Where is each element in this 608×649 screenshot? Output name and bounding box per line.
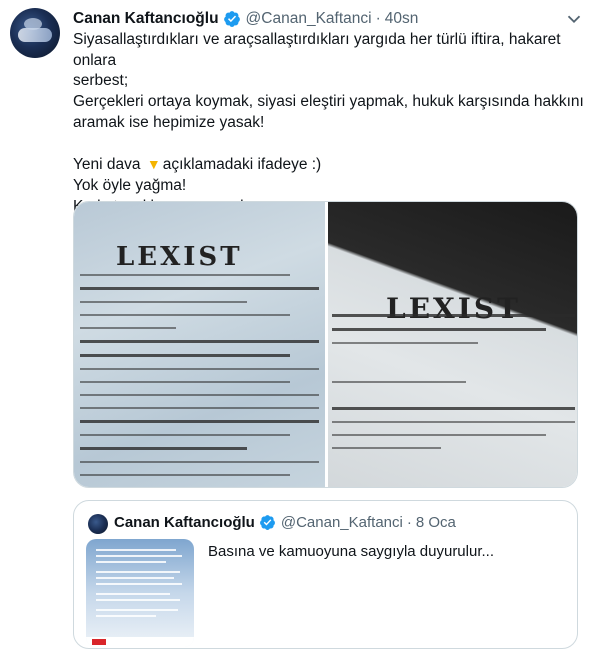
document-text-lines bbox=[332, 314, 575, 460]
document-watermark: LEXIST bbox=[116, 242, 243, 272]
tweet-text-fragment: açıklamadaki ifadeye :) bbox=[162, 156, 322, 174]
quoted-tweet-image[interactable] bbox=[86, 539, 194, 647]
more-options-chevron-icon[interactable] bbox=[563, 8, 585, 30]
document-text-lines bbox=[80, 274, 319, 487]
quoted-author-handle: @Canan_Kaftanci bbox=[280, 514, 403, 531]
tweet-text: Siyasallaştırdıkları ve araçsallaştırdık… bbox=[73, 30, 588, 217]
author-avatar[interactable] bbox=[10, 8, 60, 58]
tweet-text-fragment: Yeni dava bbox=[73, 156, 141, 174]
author-name[interactable]: Canan Kaftancıoğlu bbox=[73, 10, 219, 28]
tweet-header: Canan Kaftancıoğlu @Canan_Kaftanci · 40s… bbox=[73, 9, 418, 29]
quoted-tweet-text: Basına ve kamuoyuna saygıyla duyurulur..… bbox=[208, 543, 494, 560]
verified-badge-icon bbox=[259, 515, 275, 530]
tweet-text-line: Yok öyle yağma! bbox=[73, 176, 187, 194]
quoted-tweet-header: Canan Kaftancıoğlu @Canan_Kaftanci · 8 O… bbox=[114, 514, 456, 531]
document-photo-left[interactable]: LEXIST bbox=[74, 202, 325, 487]
quoted-tweet-timestamp: 8 Oca bbox=[415, 514, 456, 531]
tweet-text-line: Yeni dava ▼ açıklamadaki ifadeye :) bbox=[73, 154, 588, 176]
quoted-author-avatar bbox=[88, 514, 108, 534]
tweet-text-line: Gerçekleri ortaya koymak, siyasi eleştir… bbox=[73, 93, 584, 111]
tweet-text-line: aramak ise hepimize yasak! bbox=[73, 113, 265, 131]
pointing-down-emoji-icon: ▼ bbox=[146, 156, 161, 173]
tweet[interactable]: Canan Kaftancıoğlu @Canan_Kaftanci · 40s… bbox=[0, 0, 608, 649]
verified-badge-icon bbox=[223, 11, 240, 27]
tweet-text-line: serbest; bbox=[73, 72, 129, 90]
separator-dot: · bbox=[406, 514, 412, 531]
document-photo-right[interactable]: LEXIST bbox=[328, 202, 577, 487]
author-handle[interactable]: @Canan_Kaftanci bbox=[246, 10, 372, 28]
separator-dot: · bbox=[375, 10, 381, 27]
media-grid[interactable]: LEXIST LEXIST bbox=[73, 201, 578, 488]
quoted-tweet[interactable]: Canan Kaftancıoğlu @Canan_Kaftanci · 8 O… bbox=[73, 500, 578, 649]
quoted-author-name: Canan Kaftancıoğlu bbox=[114, 514, 255, 531]
tweet-text-line: Siyasallaştırdıkları ve araçsallaştırdık… bbox=[73, 31, 561, 69]
tweet-timestamp[interactable]: 40sn bbox=[385, 10, 419, 28]
